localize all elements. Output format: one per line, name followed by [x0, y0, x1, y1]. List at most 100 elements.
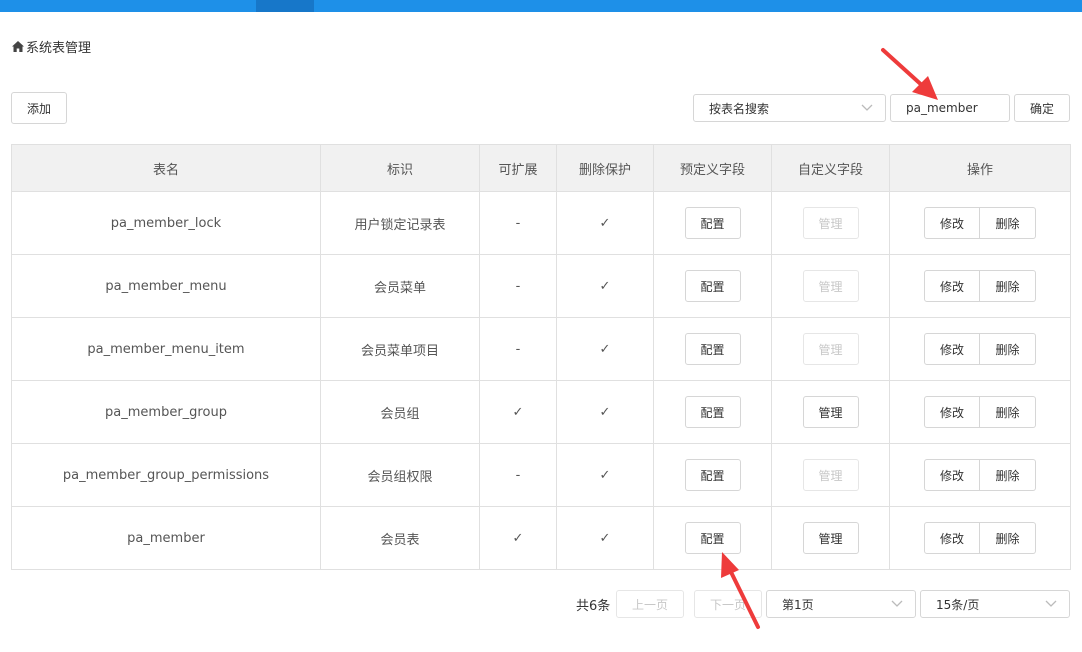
- cell-identifier: 会员表: [320, 506, 480, 570]
- table-row: pa_member_lock 用户锁定记录表 - ✓ 配置 管理 修改 删除: [11, 191, 1071, 255]
- cell-extensible: ✓: [479, 380, 557, 444]
- cell-predefined-fields: 配置: [653, 254, 772, 318]
- cell-predefined-fields: 配置: [653, 380, 772, 444]
- cell-identifier: 会员菜单项目: [320, 317, 480, 381]
- cell-table-name: pa_member_menu: [11, 254, 321, 318]
- add-button[interactable]: 添加: [11, 92, 67, 124]
- edit-button[interactable]: 修改: [924, 207, 980, 239]
- cell-table-name: pa_member_lock: [11, 191, 321, 255]
- action-button-group: 修改 删除: [924, 207, 1036, 239]
- page-select[interactable]: 第1页: [766, 590, 916, 618]
- edit-button[interactable]: 修改: [924, 522, 980, 554]
- home-icon: [12, 40, 24, 52]
- search-type-select[interactable]: 按表名搜索: [693, 94, 886, 122]
- action-button-group: 修改 删除: [924, 522, 1036, 554]
- manage-button[interactable]: 管理: [802, 207, 859, 239]
- cell-actions: 修改 删除: [889, 443, 1071, 507]
- cell-extensible: -: [479, 254, 557, 318]
- edit-button[interactable]: 修改: [924, 396, 980, 428]
- cell-delete-protection: ✓: [556, 191, 654, 255]
- cell-extensible: -: [479, 443, 557, 507]
- header-table-name: 表名: [11, 144, 321, 192]
- header-identifier: 标识: [320, 144, 480, 192]
- config-button[interactable]: 配置: [684, 333, 741, 365]
- config-button[interactable]: 配置: [684, 396, 741, 428]
- table-row: pa_member_group_permissions 会员组权限 - ✓ 配置 管理 修改…: [11, 443, 1071, 507]
- cell-extensible: ✓: [479, 506, 557, 570]
- edit-button[interactable]: 修改: [924, 333, 980, 365]
- delete-button[interactable]: 删除: [980, 459, 1036, 491]
- action-button-group: 修改 删除: [924, 333, 1036, 365]
- config-button[interactable]: 配置: [684, 207, 741, 239]
- next-page-button[interactable]: 下一页: [694, 590, 762, 618]
- cell-delete-protection: ✓: [556, 380, 654, 444]
- top-nav-bar: [0, 0, 1082, 12]
- cell-actions: 修改 删除: [889, 254, 1071, 318]
- cell-extensible: -: [479, 317, 557, 381]
- cell-identifier: 会员菜单: [320, 254, 480, 318]
- delete-button[interactable]: 删除: [980, 333, 1036, 365]
- cell-custom-fields: 管理: [771, 254, 890, 318]
- table-row: pa_member 会员表 ✓ ✓ 配置 管理 修改 删除: [11, 506, 1071, 570]
- delete-button[interactable]: 删除: [980, 270, 1036, 302]
- cell-delete-protection: ✓: [556, 317, 654, 381]
- cell-custom-fields: 管理: [771, 317, 890, 381]
- breadcrumb: 系统表管理: [12, 37, 92, 56]
- manage-button[interactable]: 管理: [802, 459, 859, 491]
- cell-predefined-fields: 配置: [653, 506, 772, 570]
- action-button-group: 修改 删除: [924, 396, 1036, 428]
- manage-button[interactable]: 管理: [802, 333, 859, 365]
- header-predefined-fields: 预定义字段: [653, 144, 772, 192]
- cell-predefined-fields: 配置: [653, 443, 772, 507]
- cell-identifier: 会员组权限: [320, 443, 480, 507]
- total-count: 共6条: [576, 598, 611, 614]
- config-button[interactable]: 配置: [684, 459, 741, 491]
- cell-custom-fields: 管理: [771, 506, 890, 570]
- cell-table-name: pa_member_group_permissions: [11, 443, 321, 507]
- cell-actions: 修改 删除: [889, 317, 1071, 381]
- chevron-down-icon: [891, 600, 903, 607]
- cell-actions: 修改 删除: [889, 191, 1071, 255]
- page-size-select[interactable]: 15条/页: [920, 590, 1070, 618]
- table-header-row: 表名 标识 可扩展 删除保护 预定义字段 自定义字段 操作: [11, 144, 1071, 192]
- system-table: 表名 标识 可扩展 删除保护 预定义字段 自定义字段 操作 pa_member_…: [11, 144, 1071, 570]
- page-title: 系统表管理: [26, 40, 92, 56]
- cell-identifier: 用户锁定记录表: [320, 191, 480, 255]
- cell-delete-protection: ✓: [556, 506, 654, 570]
- header-actions: 操作: [889, 144, 1071, 192]
- cell-delete-protection: ✓: [556, 443, 654, 507]
- annotation-arrow-search: [881, 48, 938, 100]
- confirm-button[interactable]: 确定: [1014, 94, 1070, 122]
- cell-predefined-fields: 配置: [653, 317, 772, 381]
- edit-button[interactable]: 修改: [924, 270, 980, 302]
- delete-button[interactable]: 删除: [980, 207, 1036, 239]
- header-custom-fields: 自定义字段: [771, 144, 890, 192]
- chevron-down-icon: [861, 104, 873, 111]
- edit-button[interactable]: 修改: [924, 459, 980, 491]
- cell-actions: 修改 删除: [889, 506, 1071, 570]
- search-type-value: 按表名搜索: [709, 101, 770, 116]
- top-nav-active-tab[interactable]: [256, 0, 314, 12]
- search-input[interactable]: pa_member: [890, 94, 1010, 122]
- cell-identifier: 会员组: [320, 380, 480, 444]
- cell-extensible: -: [479, 191, 557, 255]
- prev-page-button[interactable]: 上一页: [616, 590, 684, 618]
- cell-custom-fields: 管理: [771, 443, 890, 507]
- manage-button[interactable]: 管理: [802, 396, 859, 428]
- manage-button[interactable]: 管理: [802, 522, 859, 554]
- header-extensible: 可扩展: [479, 144, 557, 192]
- chevron-down-icon: [1045, 600, 1057, 607]
- manage-button[interactable]: 管理: [802, 270, 859, 302]
- delete-button[interactable]: 删除: [980, 522, 1036, 554]
- cell-actions: 修改 删除: [889, 380, 1071, 444]
- cell-table-name: pa_member: [11, 506, 321, 570]
- cell-custom-fields: 管理: [771, 380, 890, 444]
- table-row: pa_member_menu_item 会员菜单项目 - ✓ 配置 管理 修改 删除: [11, 317, 1071, 381]
- config-button[interactable]: 配置: [684, 522, 741, 554]
- action-button-group: 修改 删除: [924, 270, 1036, 302]
- delete-button[interactable]: 删除: [980, 396, 1036, 428]
- cell-predefined-fields: 配置: [653, 191, 772, 255]
- config-button[interactable]: 配置: [684, 270, 741, 302]
- cell-delete-protection: ✓: [556, 254, 654, 318]
- cell-table-name: pa_member_group: [11, 380, 321, 444]
